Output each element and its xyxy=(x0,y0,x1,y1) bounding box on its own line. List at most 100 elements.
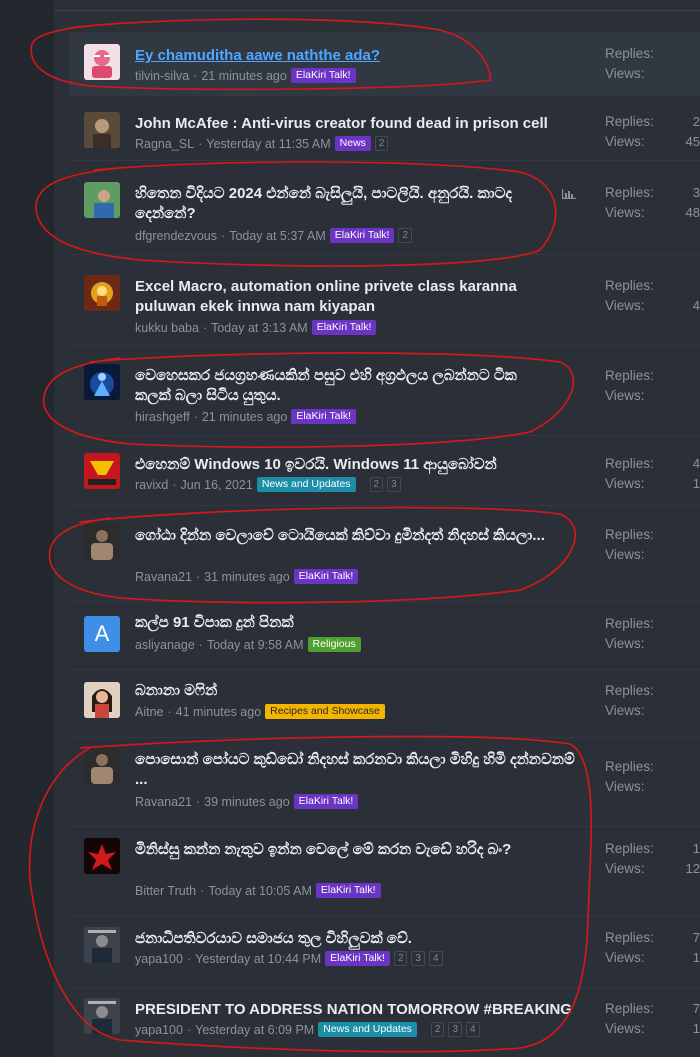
thread-row[interactable]: පොසොන් පෝයට කුඩ්ඩෝ නිදහස් කරනවා කියලා මි… xyxy=(69,738,700,827)
thread-title[interactable]: මිනිස්සු කන්න නැතුව ඉන්න වෙලේ මේ කරන වැඩ… xyxy=(135,840,565,860)
thread-title[interactable]: වෙහෙසකර ජයග්‍රහණයකින් පසුව එහි අග්‍රඵලය … xyxy=(135,366,555,406)
thread-row[interactable]: හිතෙන විදියට 2024 එන්නේ බැසිලුයි, පාටලිය… xyxy=(69,161,700,255)
thread-row[interactable]: Excel Macro, automation online privete c… xyxy=(69,255,700,346)
thread-author[interactable]: Ravana21 xyxy=(135,570,192,584)
thread-title[interactable]: හිතෙන විදියට 2024 එන්නේ බැසිලුයි, පාටලිය… xyxy=(135,184,525,224)
thread-row[interactable]: PRESIDENT TO ADDRESS NATION TOMORROW #BR… xyxy=(69,988,700,1057)
thread-title[interactable]: Ey chamuditha aawe naththe ada? xyxy=(135,46,565,66)
thread-row[interactable]: Ey chamuditha aawe naththe ada? tilvin-s… xyxy=(69,32,700,96)
avatar[interactable] xyxy=(84,182,120,218)
thread-time[interactable]: Today at 10:05 AM xyxy=(208,884,312,898)
thread-title[interactable]: බනානා මෆින් xyxy=(135,681,565,701)
avatar[interactable] xyxy=(84,453,120,489)
thread-row[interactable]: ජනාධිපතිවරයාව සමාජය තුල විහිලුවක් වේ. ya… xyxy=(69,917,700,988)
avatar[interactable] xyxy=(84,364,120,400)
page-link[interactable]: 3 xyxy=(448,1022,463,1037)
forum-tag[interactable]: News xyxy=(334,136,371,151)
thread-row[interactable]: එහෙනම් Windows 10 ඉවරයි. Windows 11 ආයුබ… xyxy=(69,436,700,506)
forum-tag[interactable]: ElaKiri Talk! xyxy=(311,320,377,335)
thread-row[interactable]: A කල්ප 91 විපාක දුන් පිනක් asliyanage · T… xyxy=(69,602,700,670)
replies-count: 2 xyxy=(692,114,700,129)
thread-author[interactable]: tilvin-silva xyxy=(135,69,189,83)
thread-title[interactable]: Excel Macro, automation online privete c… xyxy=(135,277,535,317)
thread-time[interactable]: 39 minutes ago xyxy=(204,795,289,809)
avatar[interactable] xyxy=(84,998,120,1034)
page-link[interactable]: 3 xyxy=(411,951,425,966)
replies-label: Replies: xyxy=(605,185,654,200)
thread-time[interactable]: 31 minutes ago xyxy=(204,570,289,584)
page-link[interactable]: 2 xyxy=(369,477,384,492)
thread-title[interactable]: ගෝඨා දින්න වෙලාවේ ටොයියෙක් කිව්වා දුමින්… xyxy=(135,526,565,546)
avatar[interactable]: A xyxy=(84,616,120,652)
forum-tag[interactable]: ElaKiri Talk! xyxy=(290,68,356,83)
thread-author[interactable]: ravixd xyxy=(135,478,168,492)
forum-tag[interactable]: ElaKiri Talk! xyxy=(325,951,390,966)
thread-title[interactable]: එහෙනම් Windows 10 ඉවරයි. Windows 11 ආයුබ… xyxy=(135,455,575,475)
page-link[interactable]: 2 xyxy=(393,951,408,966)
avatar[interactable] xyxy=(84,927,120,963)
thread-time[interactable]: 21 minutes ago xyxy=(202,410,287,424)
forum-tag[interactable]: Religious xyxy=(307,637,361,652)
thread-time[interactable]: Yesterday at 10:44 PM xyxy=(195,952,321,966)
forum-tag[interactable]: Recipes and Showcase xyxy=(265,704,385,719)
thread-time[interactable]: Today at 3:13 AM xyxy=(211,321,308,335)
avatar[interactable] xyxy=(84,112,120,148)
thread-author[interactable]: yapa100 xyxy=(135,1023,183,1037)
page-link[interactable]: 3 xyxy=(387,477,401,492)
thread-author[interactable]: hirashgeff xyxy=(135,410,190,424)
avatar[interactable] xyxy=(84,838,120,874)
avatar[interactable] xyxy=(84,44,120,80)
thread-title[interactable]: PRESIDENT TO ADDRESS NATION TOMORROW #BR… xyxy=(135,1000,585,1020)
thread-meta: hirashgeff · 21 minutes ago ElaKiri Talk! xyxy=(135,409,356,424)
thread-author[interactable]: dfgrendezvous xyxy=(135,229,217,243)
forum-tag[interactable]: ElaKiri Talk! xyxy=(315,883,381,898)
thread-row[interactable]: මිනිස්සු කන්න නැතුව ඉන්න වෙලේ මේ කරන වැඩ… xyxy=(69,827,700,917)
replies-count: 3 xyxy=(692,185,700,200)
poll-icon xyxy=(562,189,576,199)
avatar[interactable] xyxy=(84,748,120,784)
thread-author[interactable]: Bitter Truth xyxy=(135,884,196,898)
forum-tag[interactable]: ElaKiri Talk! xyxy=(329,228,395,243)
avatar[interactable] xyxy=(84,524,120,560)
page-link[interactable]: 2 xyxy=(430,1022,445,1037)
thread-meta: Aitne · 41 minutes ago Recipes and Showca… xyxy=(135,704,385,719)
forum-tag[interactable]: ElaKiri Talk! xyxy=(291,409,356,424)
thread-time[interactable]: Today at 9:58 AM xyxy=(207,638,304,652)
page-link[interactable]: 4 xyxy=(428,951,443,966)
forum-tag[interactable]: News and Updates xyxy=(318,1022,417,1037)
avatar[interactable] xyxy=(84,682,120,718)
views-label: Views: xyxy=(605,861,645,876)
thread-title[interactable]: කල්ප 91 විපාක දුන් පිනක් xyxy=(135,613,565,633)
thread-author[interactable]: asliyanage xyxy=(135,638,195,652)
page-link[interactable]: 4 xyxy=(466,1022,480,1037)
forum-tag[interactable]: ElaKiri Talk! xyxy=(293,794,359,809)
thread-time[interactable]: 41 minutes ago xyxy=(176,705,261,719)
views-label: Views: xyxy=(605,950,645,965)
thread-author[interactable]: Ravana21 xyxy=(135,795,192,809)
thread-row[interactable]: වෙහෙසකර ජයග්‍රහණයකින් පසුව එහි අග්‍රඵලය … xyxy=(69,346,700,436)
thread-time[interactable]: Yesterday at 11:35 AM xyxy=(206,137,330,151)
views-count: 1 xyxy=(692,950,700,965)
thread-title[interactable]: John McAfee : Anti-virus creator found d… xyxy=(135,114,595,134)
thread-author[interactable]: yapa100 xyxy=(135,952,183,966)
avatar[interactable] xyxy=(84,275,120,311)
thread-row[interactable]: ගෝඨා දින්න වෙලාවේ ටොයියෙක් කිව්වා දුමින්… xyxy=(69,506,700,602)
left-sidebar xyxy=(0,0,54,1057)
thread-author[interactable]: Aitne xyxy=(135,705,164,719)
forum-tag[interactable]: News and Updates xyxy=(256,477,356,492)
page-link[interactable]: 2 xyxy=(374,136,389,151)
thread-author[interactable]: kukku baba xyxy=(135,321,199,335)
thread-time[interactable]: Jun 16, 2021 xyxy=(181,478,253,492)
replies-label: Replies: xyxy=(605,759,654,774)
thread-time[interactable]: Today at 5:37 AM xyxy=(229,229,326,243)
thread-title[interactable]: පොසොන් පෝයට කුඩ්ඩෝ නිදහස් කරනවා කියලා මි… xyxy=(135,750,575,790)
thread-author[interactable]: Ragna_SL xyxy=(135,137,194,151)
thread-time[interactable]: 21 minutes ago xyxy=(201,69,286,83)
thread-time[interactable]: Yesterday at 6:09 PM xyxy=(195,1023,314,1037)
thread-row[interactable]: බනානා මෆින් Aitne · 41 minutes ago Recipe… xyxy=(69,670,700,738)
views-label: Views: xyxy=(605,205,645,220)
thread-row[interactable]: John McAfee : Anti-virus creator found d… xyxy=(69,96,700,161)
forum-tag[interactable]: ElaKiri Talk! xyxy=(293,569,359,584)
thread-title[interactable]: ජනාධිපතිවරයාව සමාජය තුල විහිලුවක් වේ. xyxy=(135,929,575,949)
page-link[interactable]: 2 xyxy=(398,228,413,243)
